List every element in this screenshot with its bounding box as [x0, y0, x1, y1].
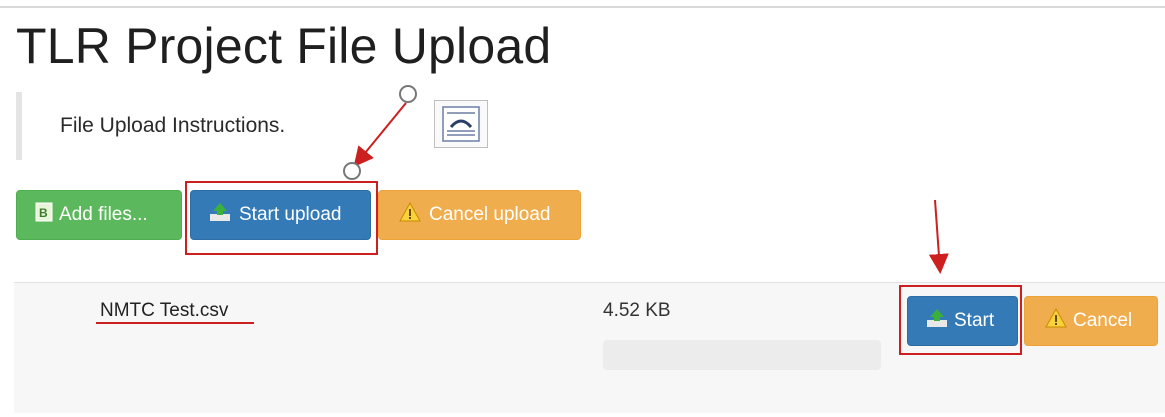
annotation-underline — [96, 322, 254, 324]
cancel-upload-label: Cancel upload — [429, 204, 551, 225]
top-divider — [0, 6, 1165, 8]
page-title: TLR Project File Upload — [16, 18, 552, 74]
arrow-to-start — [928, 199, 949, 274]
add-file-icon: B — [35, 202, 53, 228]
warning-icon — [1045, 307, 1067, 334]
add-files-label: Add files... — [59, 204, 148, 225]
cancel-file-button[interactable]: Cancel — [1024, 296, 1158, 346]
file-name: NMTC Test.csv — [100, 300, 229, 321]
annotation-box-start-upload — [185, 181, 378, 255]
file-size: 4.52 KB — [603, 300, 671, 321]
annotation-box-start — [899, 285, 1022, 355]
cancel-upload-button[interactable]: Cancel upload — [378, 190, 581, 240]
warning-icon — [399, 201, 421, 228]
progress-bar — [603, 340, 881, 370]
cancel-file-label: Cancel — [1073, 310, 1133, 331]
document-icon[interactable] — [434, 100, 488, 148]
arrow-handle-bottom — [343, 162, 361, 180]
add-files-button[interactable]: B Add files... — [16, 190, 182, 240]
instructions-panel: File Upload Instructions. — [16, 92, 462, 160]
instructions-text: File Upload Instructions. — [60, 114, 286, 137]
svg-text:B: B — [39, 206, 48, 220]
